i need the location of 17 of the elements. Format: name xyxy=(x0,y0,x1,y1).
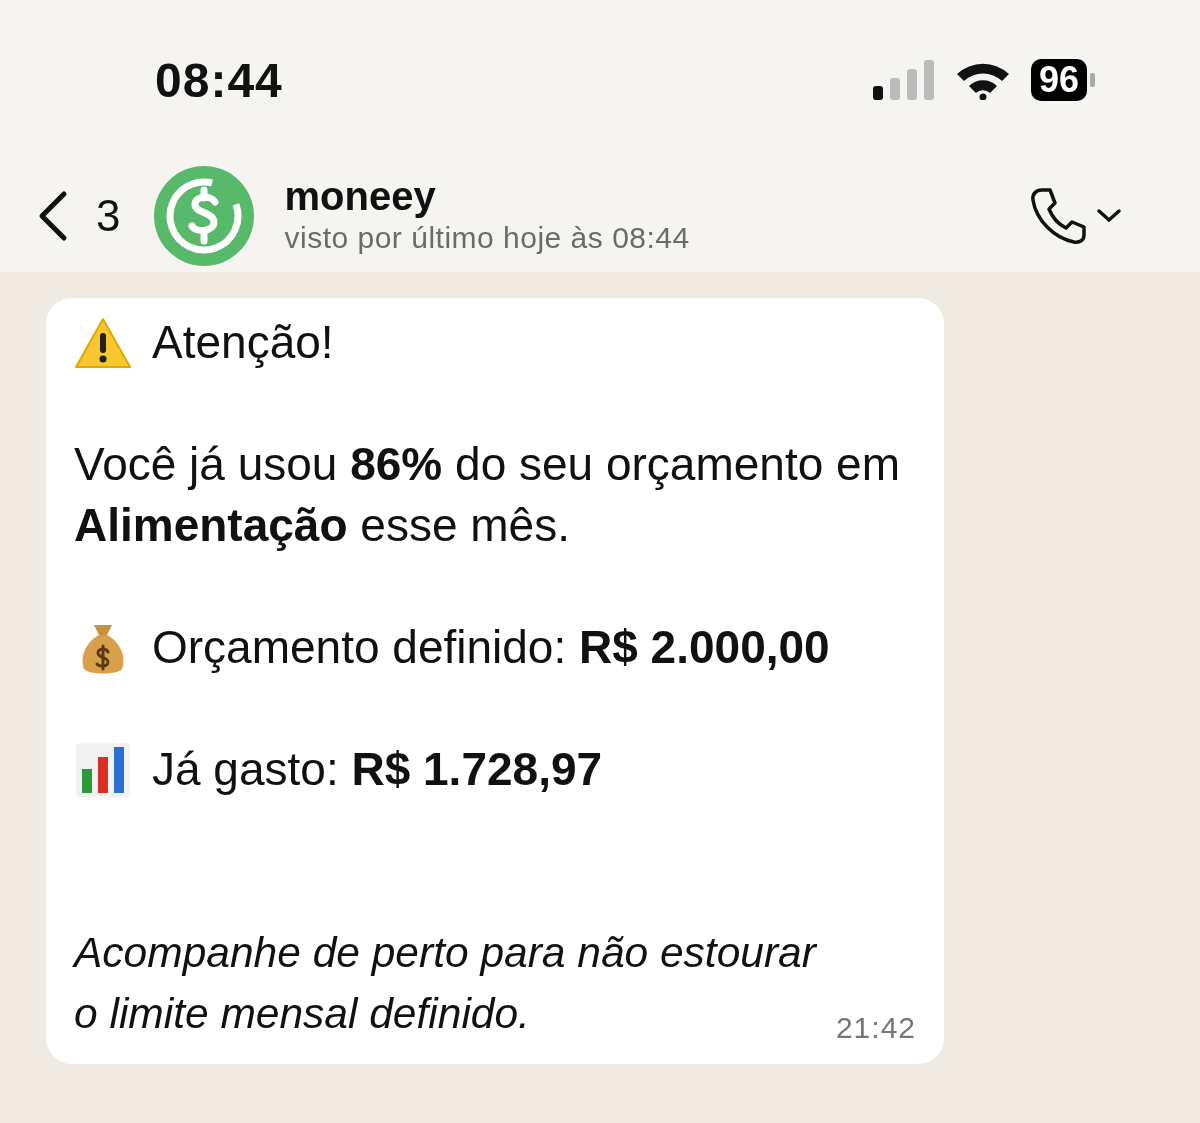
status-time: 08:44 xyxy=(155,52,283,108)
message-title: Atenção! xyxy=(152,315,334,370)
signal-icon xyxy=(872,60,935,100)
message-text: Orçamento definido: R$ 2.000,00 xyxy=(152,620,830,675)
warning-icon xyxy=(74,316,132,369)
bar-chart-icon xyxy=(74,740,132,799)
back-button[interactable]: 3 xyxy=(36,190,121,242)
battery-indicator: 96 xyxy=(1030,59,1095,101)
message-text: Já gasto: R$ 1.728,97 xyxy=(152,742,603,797)
call-button[interactable] xyxy=(1028,186,1122,246)
last-seen-status: visto por último hoje às 08:44 xyxy=(284,220,690,256)
message-note: Acompanhe de perto para não estourar o limite mensal definido. xyxy=(74,928,819,1039)
message-text: Você já usou 86% do seu orçamento em Alimentação esse mês. xyxy=(74,437,901,553)
message-time: 21:42 xyxy=(835,1010,916,1046)
chevron-down-icon xyxy=(1096,208,1122,224)
phone-icon xyxy=(1028,186,1088,246)
contact-name: moneey xyxy=(284,174,437,218)
